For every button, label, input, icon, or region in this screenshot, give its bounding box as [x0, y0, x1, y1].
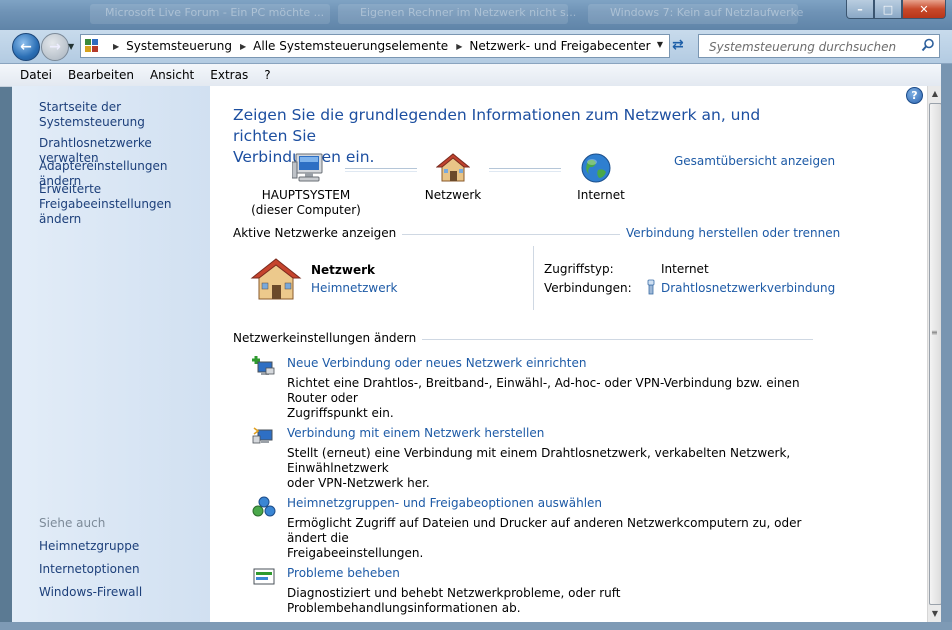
task-description-line: Ermöglicht Zugriff auf Dateien und Druck… [287, 516, 802, 545]
menu-bar: Datei Bearbeiten Ansicht Extras ? [0, 64, 946, 87]
homegroup-icon [252, 496, 276, 517]
network-label: Netzwerk [424, 188, 482, 202]
menu-bearbeiten[interactable]: Bearbeiten [60, 64, 142, 86]
task-pane: Startseite der Systemsteuerung Drahtlosn… [12, 86, 210, 622]
background-window-title: Eigenen Rechner im Netzwerk nicht s... [360, 6, 577, 19]
wireless-connection-link[interactable]: Drahtlosnetzwerkverbindung [661, 281, 835, 295]
vertical-scrollbar[interactable]: ▲ ≡ ▼ [927, 86, 942, 622]
breadcrumb-arrow-icon[interactable]: ▶ [113, 42, 119, 51]
sidebar-homegroup-link[interactable]: Heimnetzgruppe [39, 539, 139, 554]
sidebar-advanced-sharing-link-line2[interactable]: Freigabeeinstellungen ändern [39, 197, 210, 227]
help-button[interactable]: ? [906, 87, 923, 104]
window-frame-right [941, 64, 952, 630]
search-icon[interactable] [921, 38, 935, 52]
task-description-line: oder VPN-Netzwerk her. [287, 476, 430, 490]
navigation-bar: ← → ▼ ▶ Systemsteuerung ▶ Alle Systemste… [0, 30, 952, 64]
menu-help[interactable]: ? [256, 64, 278, 86]
new-connection-icon [252, 356, 275, 375]
task-troubleshoot-description: Diagnostiziert und behebt Netzwerkproble… [287, 586, 827, 616]
network-settings-heading: Netzwerkeinstellungen ändern [233, 331, 423, 345]
computer-name: HAUPTSYSTEM [261, 188, 351, 202]
forward-button[interactable]: → [41, 33, 69, 61]
wireless-signal-icon [647, 279, 655, 295]
connections-label: Verbindungen: [544, 281, 632, 295]
search-input[interactable] [707, 37, 911, 57]
minimize-button[interactable]: – [846, 0, 874, 19]
sidebar-firewall-link[interactable]: Windows-Firewall [39, 585, 142, 600]
task-setup-connection-link[interactable]: Neue Verbindung oder neues Netzwerk einr… [287, 356, 586, 370]
close-button[interactable]: ✕ [902, 0, 946, 19]
maximize-icon: □ [882, 2, 894, 16]
breadcrumb: ▶ Systemsteuerung ▶ Alle Systemsteuerung… [105, 39, 651, 53]
breadcrumb-arrow-icon[interactable]: ▶ [456, 42, 462, 51]
see-also-heading: Siehe auch [39, 516, 106, 530]
computer-label: HAUPTSYSTEM (dieser Computer) [250, 188, 362, 218]
title-bar[interactable]: Microsoft Live Forum - Ein PC möchte ...… [0, 0, 952, 30]
task-description-line: Freigabeeinstellungen. [287, 546, 424, 560]
menu-datei[interactable]: Datei [0, 64, 60, 86]
sidebar-advanced-sharing-link-line1[interactable]: Erweiterte [39, 182, 101, 197]
access-type-value: Internet [661, 262, 709, 276]
scroll-up-icon[interactable]: ▲ [928, 86, 942, 102]
recent-pages-dropdown[interactable]: ▼ [68, 42, 74, 51]
refresh-icon: ⇄ [672, 37, 684, 53]
home-network-icon [250, 258, 302, 300]
breadcrumb-arrow-icon[interactable]: ▶ [240, 42, 246, 51]
maximize-button[interactable]: □ [874, 0, 902, 19]
search-box[interactable] [698, 34, 940, 58]
task-connect-network-description: Stellt (erneut) eine Verbindung mit eine… [287, 446, 827, 491]
full-map-link[interactable]: Gesamtübersicht anzeigen [674, 154, 835, 168]
internet-globe-icon [581, 153, 611, 183]
help-icon: ? [911, 89, 918, 102]
close-icon: ✕ [919, 2, 929, 16]
task-connect-network-link[interactable]: Verbindung mit einem Netzwerk herstellen [287, 426, 544, 440]
connection-line [345, 168, 417, 172]
page-title-line1: Zeigen Sie die grundlegenden Information… [233, 106, 761, 145]
address-bar[interactable]: ▶ Systemsteuerung ▶ Alle Systemsteuerung… [80, 34, 670, 58]
task-description-line: Richtet eine Drahtlos-, Breitband-, Einw… [287, 376, 800, 405]
forward-arrow-icon: → [49, 39, 61, 55]
caption-buttons: – □ ✕ [846, 0, 946, 19]
minimize-icon: – [857, 2, 863, 16]
control-panel-icon [85, 39, 99, 53]
task-troubleshoot-link[interactable]: Probleme beheben [287, 566, 400, 580]
menu-extras[interactable]: Extras [202, 64, 256, 86]
main-content: ? Zeigen Sie die grundlegenden Informati… [210, 86, 927, 622]
computer-subtitle: (dieser Computer) [251, 203, 361, 217]
breadcrumb-item[interactable]: Netzwerk- und Freigabecenter [469, 39, 650, 53]
vertical-divider [533, 246, 534, 310]
task-homegroup-link[interactable]: Heimnetzgruppen- und Freigabeoptionen au… [287, 496, 602, 510]
task-setup-connection-description: Richtet eine Drahtlos-, Breitband-, Einw… [287, 376, 827, 421]
scroll-grip-icon: ≡ [931, 328, 938, 337]
internet-label: Internet [577, 188, 625, 202]
scroll-down-icon[interactable]: ▼ [928, 606, 942, 622]
breadcrumb-item[interactable]: Alle Systemsteuerungselemente [253, 39, 448, 53]
menu-ansicht[interactable]: Ansicht [142, 64, 202, 86]
task-homegroup-description: Ermöglicht Zugriff auf Dateien und Druck… [287, 516, 827, 561]
troubleshoot-icon [253, 568, 275, 585]
sidebar-home-link[interactable]: Startseite der Systemsteuerung [39, 100, 210, 130]
active-network-name: Netzwerk [311, 263, 376, 277]
window-frame-bottom [0, 622, 952, 630]
address-dropdown-icon[interactable]: ▼ [657, 40, 663, 49]
network-house-icon [436, 153, 470, 182]
background-window-title: Microsoft Live Forum - Ein PC möchte ... [105, 6, 325, 19]
active-networks-heading: Aktive Netzwerke anzeigen [233, 226, 403, 240]
task-description-line: Zugriffspunkt ein. [287, 406, 394, 420]
network-type-link[interactable]: Heimnetzwerk [311, 281, 398, 295]
breadcrumb-item[interactable]: Systemsteuerung [126, 39, 232, 53]
connection-line [489, 168, 561, 172]
connect-to-network-icon [252, 427, 273, 444]
back-arrow-icon: ← [20, 39, 32, 55]
task-description-line: Stellt (erneut) eine Verbindung mit eine… [287, 446, 791, 475]
refresh-button[interactable]: ⇄ [672, 37, 688, 53]
back-button[interactable]: ← [12, 33, 40, 61]
computer-icon [292, 153, 323, 182]
connect-disconnect-link[interactable]: Verbindung herstellen oder trennen [620, 226, 841, 240]
sidebar-internet-options-link[interactable]: Internetoptionen [39, 562, 140, 577]
background-window-title: Windows 7: Kein auf Netzlaufwerke [610, 6, 804, 19]
task-description-line: Diagnostiziert und behebt Netzwerkproble… [287, 586, 621, 615]
access-type-label: Zugriffstyp: [544, 262, 614, 276]
window: Microsoft Live Forum - Ein PC möchte ...… [0, 0, 952, 630]
